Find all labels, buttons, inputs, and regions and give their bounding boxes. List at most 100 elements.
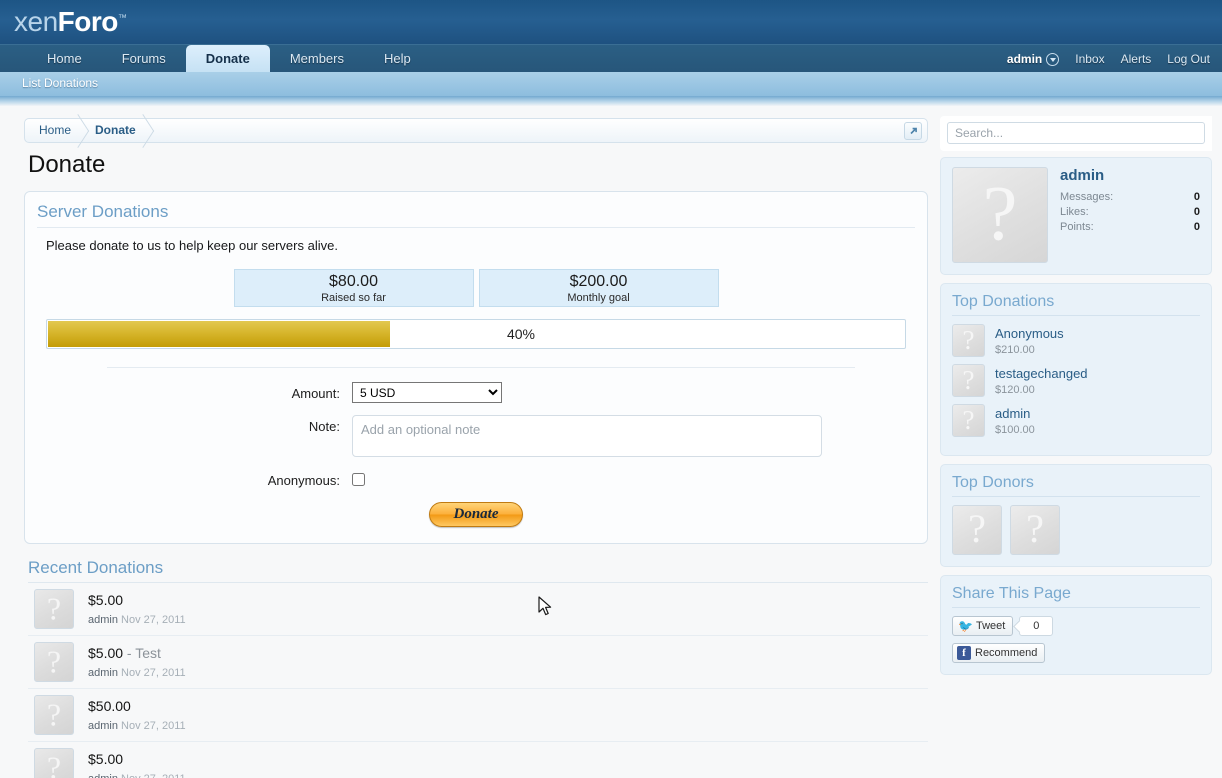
stat-key: Points: [1060, 221, 1094, 233]
avatar[interactable] [34, 642, 74, 682]
visitor-stat-messages: Messages: 0 [1060, 191, 1200, 203]
user-navigation: admin Inbox Alerts Log Out [1007, 45, 1210, 73]
visitor-username[interactable]: admin [1060, 167, 1200, 184]
server-donations-intro: Please donate to us to help keep our ser… [46, 238, 338, 253]
donation-details: $5.00 admin Nov 27, 2011 [88, 751, 186, 778]
donation-date: Nov 27, 2011 [121, 773, 186, 778]
avatar[interactable] [34, 695, 74, 735]
visitor-stat-points: Points: 0 [1060, 221, 1200, 233]
top-donations-list: Anonymous $210.00 testagechanged $120.00 adm… [952, 324, 1200, 437]
donation-details: $5.00 - Test admin Nov 27, 2011 [88, 645, 186, 679]
avatar[interactable] [952, 364, 985, 397]
facebook-recommend-button[interactable]: f Recommend [952, 643, 1046, 663]
top-donation-details: Anonymous $210.00 [995, 326, 1064, 356]
donation-username[interactable]: admin [88, 667, 121, 679]
visitor-details: admin Messages: 0 Likes: 0 Points: 0 [1060, 167, 1200, 263]
donation-stats: $80.00 Raised so far $200.00 Monthly goa… [37, 269, 915, 307]
note-row: Note: [37, 415, 915, 457]
top-donation-details: testagechanged $120.00 [995, 366, 1088, 396]
list-item[interactable]: $5.00 admin Nov 27, 2011 [28, 583, 928, 636]
donation-username[interactable]: admin [88, 720, 121, 732]
donation-amount: $5.00 [88, 751, 124, 767]
avatar[interactable] [1010, 505, 1060, 555]
list-item[interactable]: $50.00 admin Nov 27, 2011 [28, 689, 928, 742]
top-donation-item[interactable]: testagechanged $120.00 [952, 364, 1200, 397]
avatar[interactable] [952, 167, 1048, 263]
header-gradient-divider [0, 96, 1222, 106]
donation-amount: $50.00 [88, 698, 131, 714]
share-panel: Share This Page 🐦 Tweet 0 f Recommend [940, 575, 1212, 675]
top-donation-amount: $210.00 [995, 343, 1035, 356]
logo-text-primary: xen [14, 6, 58, 37]
share-heading: Share This Page [952, 585, 1200, 608]
main-navigation: Home Forums Donate Members Help admin In… [0, 44, 1222, 73]
donate-submit-button[interactable]: Donate [429, 502, 523, 527]
amount-label: Amount: [291, 386, 340, 401]
avatar[interactable] [34, 589, 74, 629]
top-donation-username[interactable]: admin [995, 406, 1035, 421]
donation-meta: admin Nov 27, 2011 [88, 720, 186, 732]
anonymous-row: Anonymous: [37, 469, 915, 488]
avatar[interactable] [952, 505, 1002, 555]
top-donation-username[interactable]: Anonymous [995, 326, 1064, 341]
breadcrumb-item-home[interactable]: Home [25, 118, 81, 143]
tweet-row: 🐦 Tweet 0 [952, 616, 1200, 636]
account-menu-button[interactable]: admin [1006, 52, 1060, 66]
account-menu-label: admin [1006, 52, 1043, 66]
top-donation-item[interactable]: admin $100.00 [952, 404, 1200, 437]
breadcrumb: Home Donate [24, 118, 928, 143]
donation-progress-bar: 40% [46, 319, 906, 349]
nav-tab-help[interactable]: Help [364, 45, 431, 73]
tweet-button-label: Tweet [975, 620, 1006, 632]
breadcrumb-item-donate[interactable]: Donate [81, 118, 146, 143]
top-donation-username[interactable]: testagechanged [995, 366, 1088, 381]
donation-meta: admin Nov 27, 2011 [88, 773, 186, 778]
search-input[interactable] [947, 122, 1205, 144]
logo-trademark: ™ [117, 12, 127, 23]
chevron-down-icon [1046, 52, 1060, 66]
top-donors-avatars [952, 505, 1200, 555]
facebook-icon: f [957, 646, 971, 660]
visitor-stat-likes: Likes: 0 [1060, 206, 1200, 218]
goal-label: Monthly goal [567, 292, 630, 304]
donation-username[interactable]: admin [88, 773, 121, 778]
stat-key: Messages: [1060, 191, 1114, 203]
page-title: Donate [28, 151, 106, 178]
form-divider [107, 367, 855, 368]
site-logo[interactable]: xenForo™ [14, 6, 127, 38]
external-arrow-icon [909, 127, 917, 135]
avatar[interactable] [952, 404, 985, 437]
amount-select[interactable]: 5 USD [352, 382, 502, 403]
nav-tab-home[interactable]: Home [27, 45, 102, 73]
jump-to-icon[interactable] [904, 122, 922, 140]
tweet-count-badge: 0 [1019, 616, 1054, 636]
top-donations-heading: Top Donations [952, 293, 1200, 316]
nav-tab-forums[interactable]: Forums [102, 45, 186, 73]
list-item[interactable]: $5.00 - Test admin Nov 27, 2011 [28, 636, 928, 689]
raised-amount: $80.00 [329, 273, 378, 290]
tweet-button[interactable]: 🐦 Tweet [952, 616, 1014, 636]
note-input[interactable] [352, 415, 822, 457]
donation-username[interactable]: admin [88, 614, 121, 626]
top-donations-panel: Top Donations Anonymous $210.00 testagecha… [940, 283, 1212, 456]
donation-date: Nov 27, 2011 [121, 614, 186, 626]
nav-tab-donate[interactable]: Donate [185, 45, 270, 73]
nav-tab-members[interactable]: Members [270, 45, 364, 73]
nav-link-logout[interactable]: Log Out [1167, 52, 1210, 66]
avatar[interactable] [952, 324, 985, 357]
sub-navigation: List Donations [0, 72, 1222, 96]
anonymous-checkbox[interactable] [352, 473, 365, 486]
donation-form: Amount: 5 USD Note: Anonymous: Donate [37, 382, 915, 527]
server-donations-panel: Server Donations Please donate to us to … [24, 191, 928, 544]
top-donors-heading: Top Donors [952, 474, 1200, 497]
facebook-button-label: Recommend [975, 647, 1038, 659]
anonymous-label: Anonymous: [267, 473, 340, 488]
avatar[interactable] [34, 748, 74, 778]
top-donation-amount: $120.00 [995, 383, 1035, 396]
donation-note: Test [135, 645, 161, 661]
list-item[interactable]: $5.00 admin Nov 27, 2011 [28, 742, 928, 778]
nav-link-alerts[interactable]: Alerts [1121, 52, 1152, 66]
subnav-link-list-donations[interactable]: List Donations [22, 76, 98, 90]
nav-link-inbox[interactable]: Inbox [1075, 52, 1104, 66]
top-donation-item[interactable]: Anonymous $210.00 [952, 324, 1200, 357]
